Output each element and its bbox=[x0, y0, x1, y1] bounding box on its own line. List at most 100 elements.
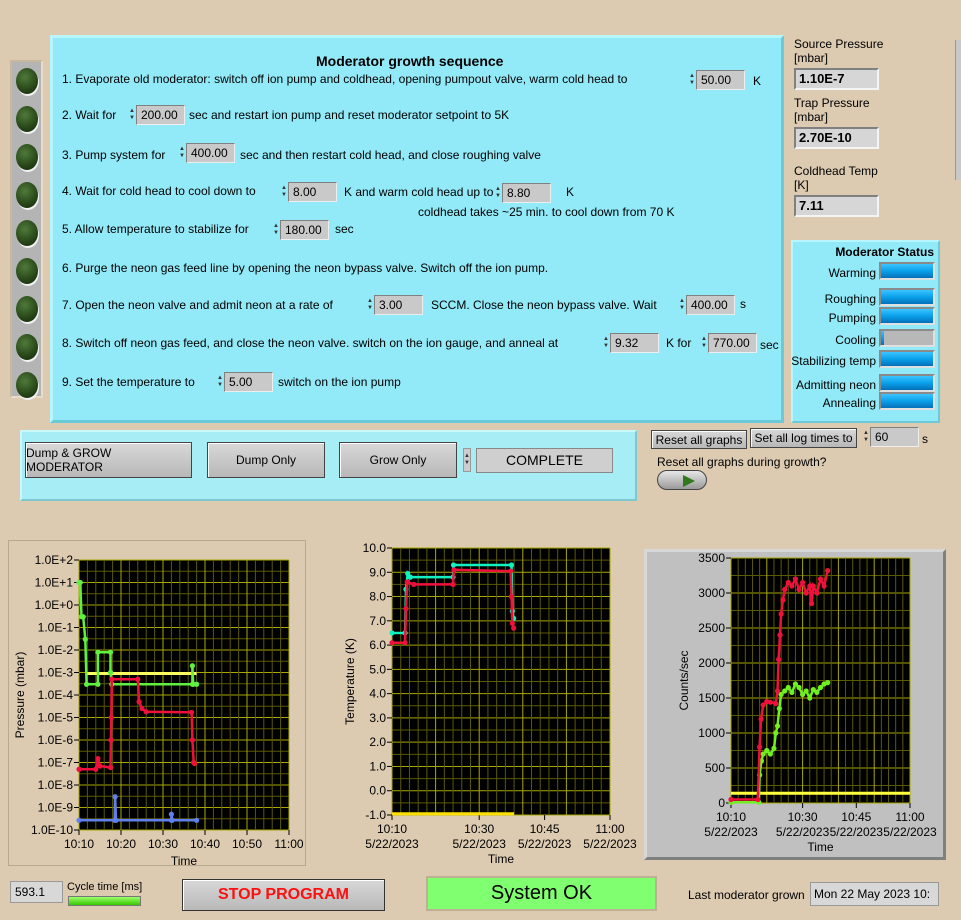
data-point-cyan bbox=[450, 562, 457, 568]
status-label-pumping: Pumping bbox=[828, 311, 876, 325]
spinner-icon[interactable]: ▲ ▼ bbox=[272, 220, 280, 240]
spinner-icon[interactable]: ▲ ▼ bbox=[700, 333, 708, 353]
last-moderator-grown-label: Last moderator grown bbox=[688, 888, 805, 902]
spinner-icon[interactable]: ▲ ▼ bbox=[602, 333, 610, 353]
y-tick-label: 2500 bbox=[698, 621, 725, 635]
set-all-log-times-button[interactable]: Set all log times to bbox=[750, 428, 857, 448]
step-3-led bbox=[16, 144, 38, 170]
data-point-red bbox=[508, 593, 515, 600]
stop-program-button[interactable]: STOP PROGRAM bbox=[182, 879, 385, 911]
step-5-stabilize-input[interactable]: ▲ ▼ 180.00 bbox=[272, 220, 329, 240]
step-9-text: 9. Set the temperature to bbox=[62, 375, 195, 389]
spinner-icon[interactable]: ▲ ▼ bbox=[678, 295, 686, 315]
x-tick-label: 11:00 bbox=[274, 837, 303, 851]
y-tick-label: 6.0 bbox=[369, 638, 386, 652]
step-2-led bbox=[16, 106, 38, 132]
status-label-cooling: Cooling bbox=[835, 333, 876, 347]
scrollbar[interactable] bbox=[955, 40, 961, 180]
dump-grow-moderator-button[interactable]: Dump & GROW MODERATOR bbox=[25, 442, 192, 478]
x-tick-date-label: 5/22/2023 bbox=[583, 837, 637, 851]
data-point-red bbox=[97, 763, 103, 769]
data-point-green bbox=[803, 688, 809, 694]
spinner-icon[interactable]: ▲ ▼ bbox=[494, 183, 502, 203]
step-3-pump-input[interactable]: ▲ ▼ 400.00 bbox=[178, 143, 235, 163]
spinner-icon[interactable]: ▲ ▼ bbox=[178, 143, 186, 163]
y-tick-label: 1.0 bbox=[369, 759, 386, 773]
y-axis-label: Pressure (mbar) bbox=[13, 652, 27, 739]
data-point-red bbox=[767, 699, 773, 705]
step-8-anneal-temp-input[interactable]: ▲ ▼ 9.32 bbox=[602, 333, 659, 353]
y-axis-label: Temperature (K) bbox=[343, 638, 357, 725]
data-point-red bbox=[95, 755, 101, 762]
step-5-text: 5. Allow temperature to stabilize for bbox=[62, 222, 249, 236]
data-point-green bbox=[107, 649, 114, 655]
y-tick-label: 1.0E+2 bbox=[35, 553, 74, 567]
y-tick-label: 2.0 bbox=[369, 735, 386, 749]
data-point-red bbox=[755, 796, 761, 803]
x-tick-label: 10:10 bbox=[64, 837, 94, 851]
data-point-red bbox=[814, 590, 820, 596]
data-point-red bbox=[509, 620, 515, 626]
data-point-red bbox=[507, 568, 514, 574]
state-spinner-icon[interactable]: ▲ ▼ bbox=[463, 448, 471, 472]
step-7-wait-input[interactable]: ▲ ▼ 400.00 bbox=[678, 295, 735, 315]
spinner-icon[interactable]: ▲ ▼ bbox=[280, 182, 288, 202]
data-point-red bbox=[780, 597, 786, 603]
step-2-after: sec and restart ion pump and reset moder… bbox=[189, 108, 510, 122]
status-bar-roughing bbox=[879, 288, 935, 306]
x-axis-label: Time bbox=[171, 854, 198, 868]
spinner-icon[interactable]: ▲ ▼ bbox=[216, 372, 224, 392]
data-point-green bbox=[776, 705, 782, 712]
data-point-red bbox=[803, 590, 809, 596]
data-point-red bbox=[93, 766, 99, 772]
data-point-blue bbox=[168, 811, 174, 817]
spinner-icon[interactable]: ▲ ▼ bbox=[128, 105, 136, 125]
system-status-display: System OK bbox=[426, 876, 657, 911]
x-axis-label: Time bbox=[807, 840, 834, 854]
status-bar-fill bbox=[881, 331, 884, 345]
step-6-text: 6. Purge the neon gas feed line by openi… bbox=[62, 261, 549, 275]
data-point-red bbox=[389, 640, 395, 646]
step-4-cool-input[interactable]: ▲ ▼ 8.00 bbox=[280, 182, 337, 202]
data-point-red bbox=[450, 581, 456, 588]
y-tick-label: 8.0 bbox=[369, 590, 386, 604]
data-point-green bbox=[789, 689, 795, 695]
step-4-warm-input[interactable]: ▲ ▼ 8.80 bbox=[494, 183, 551, 203]
data-point-red bbox=[796, 586, 802, 593]
data-point-red bbox=[191, 760, 198, 767]
status-bar-fill bbox=[881, 309, 933, 323]
data-point-red bbox=[773, 701, 779, 707]
data-point-green bbox=[767, 751, 773, 757]
x-tick-label: 11:00 bbox=[595, 822, 624, 836]
step-2-wait-input[interactable]: ▲ ▼ 200.00 bbox=[128, 105, 185, 125]
data-point-red bbox=[511, 625, 517, 631]
step-8-mid: K for bbox=[666, 336, 692, 350]
y-tick-label: 5.0 bbox=[369, 662, 386, 676]
data-point-green bbox=[773, 730, 779, 736]
log-time-input[interactable]: ▲ ▼ 60 bbox=[862, 427, 919, 447]
data-point-red bbox=[135, 676, 141, 682]
status-bar-annealing bbox=[879, 392, 935, 410]
trap-pressure-label: Trap Pressure bbox=[794, 96, 870, 110]
data-point-green bbox=[814, 689, 820, 695]
data-point-green bbox=[825, 680, 831, 686]
cycle-time-bar bbox=[68, 896, 141, 906]
spinner-icon[interactable]: ▲ ▼ bbox=[688, 70, 696, 90]
reset-during-growth-toggle[interactable] bbox=[657, 470, 707, 490]
grow-only-button[interactable]: Grow Only bbox=[339, 442, 457, 478]
step-7-rate-input[interactable]: ▲ ▼ 3.00 bbox=[366, 295, 423, 315]
spinner-icon[interactable]: ▲ ▼ bbox=[366, 295, 374, 315]
step-3-text: 3. Pump system for bbox=[62, 148, 166, 162]
x-tick-label: 10:45 bbox=[530, 822, 560, 836]
spinner-icon[interactable]: ▲ ▼ bbox=[862, 427, 870, 447]
step-8-anneal-time-input[interactable]: ▲ ▼ 770.00 bbox=[700, 333, 757, 353]
data-point-red bbox=[143, 709, 149, 715]
step-7-mid: SCCM. Close the neon bypass valve. Wait bbox=[431, 298, 657, 312]
step-9-temperature-input[interactable]: ▲ ▼ 5.00 bbox=[216, 372, 273, 392]
step-1-temperature-input[interactable]: ▲ ▼ 50.00 bbox=[688, 70, 745, 90]
x-tick-date-label: 5/22/2023 bbox=[883, 825, 937, 839]
data-point-red bbox=[188, 709, 195, 715]
reset-all-graphs-button[interactable]: Reset all graphs bbox=[651, 430, 747, 449]
data-point-red bbox=[402, 640, 408, 646]
dump-only-button[interactable]: Dump Only bbox=[207, 442, 325, 478]
